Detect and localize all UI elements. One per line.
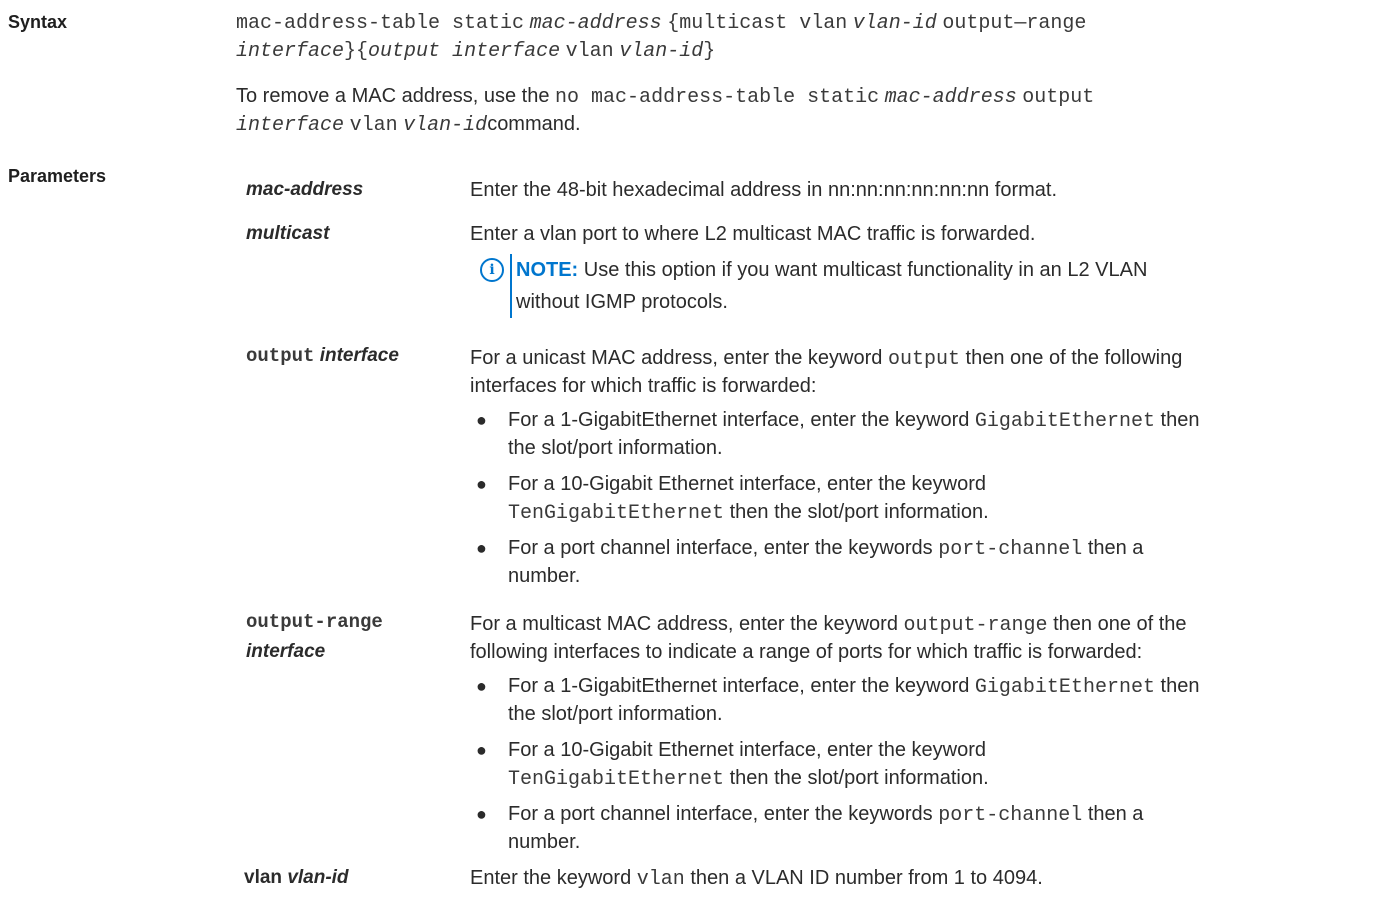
syntax-line-2: interface}{output interface vlan vlan-id… [236,36,715,66]
desc-text: then one of the [1053,613,1187,635]
bullet-text: For a port channel interface, enter the … [508,800,1143,830]
remove-vlan-id-arg: vlan-id [403,114,488,137]
bullet-icon: ● [476,676,487,696]
bullet-icon: ● [476,538,487,558]
term-vlan-id-arg: vlan-id [287,867,349,888]
bullet-desc: For a 1-GigabitEthernet interface, enter… [508,409,970,431]
syntax-brace: }{ [344,40,369,63]
syntax-heading: Syntax [8,12,68,32]
bullet-icon: ● [476,740,487,760]
desc-keyword: output [887,348,960,371]
bullet-text-cont: number. [508,565,581,587]
bullet-text: For a 1-GigabitEthernet interface, enter… [508,406,1199,436]
term-output-range-keyword: output-range [246,611,383,633]
syntax-interface-arg: interface [236,40,345,63]
bullet-text: For a 10-Gigabit Ethernet interface, ent… [508,739,987,761]
term-interface-arg: interface [319,345,399,366]
bullet-desc: then the slot/port information. [729,501,989,523]
term-output-keyword: output [246,345,315,367]
desc-text: Enter the keyword [470,867,632,889]
bullet-text-cont: number. [508,831,581,853]
bullet-text: For a 1-GigabitEthernet interface, enter… [508,672,1199,702]
bullet-desc: then a [1087,803,1144,825]
note-line-1: NOTE: Use this option if you want multic… [516,256,1147,284]
bullet-keyword: TenGigabitEthernet [508,502,725,525]
bullet-icon: ● [476,474,487,494]
syntax-command: mac-address-table static [236,12,525,35]
bullet-desc: For a port channel interface, enter the … [508,537,933,559]
note-text-1: Use this option if you want multicast fu… [583,259,1148,281]
param-multicast-term: multicast [246,223,330,244]
bullet-keyword: TenGigabitEthernet [508,768,725,791]
param-output-range-term: output-range [246,608,383,636]
syntax-line-1: mac-address-table static mac-address {mu… [236,8,1086,38]
remove-prefix: To remove a MAC address, use the [236,85,550,107]
remove-interface-arg: interface [236,114,345,137]
bullet-keyword: port-channel [938,538,1083,561]
syntax-multicast-vlan: {multicast vlan [667,12,848,35]
syntax-close-brace: } [703,40,716,63]
bullet-desc: then the slot/port information. [729,767,989,789]
remove-command: no mac-address-table static [555,86,880,109]
param-output-range-term-arg: interface [246,641,326,662]
syntax-vlan-id-arg-2: vlan-id [619,40,704,63]
note-text-2: without IGMP protocols. [516,291,728,313]
desc-text: then a VLAN ID number from 1 to 4094. [690,867,1043,889]
param-output-range-desc-1: For a multicast MAC address, enter the k… [470,610,1187,640]
bullet-desc: For a port channel interface, enter the … [508,803,933,825]
bullet-icon: ● [476,410,487,430]
remove-output-keyword: output [1022,86,1095,109]
note-label: NOTE: [516,259,579,281]
syntax-mac-address-arg: mac-address [529,12,662,35]
syntax-output-range: output—range [942,12,1087,35]
bullet-desc: then [1160,409,1200,431]
bullet-text-cont: TenGigabitEthernet then the slot/port in… [508,764,989,794]
note-line-2: without IGMP protocols. [516,288,728,316]
param-output-range-desc-2: following interfaces to indicate a range… [470,641,1143,663]
remove-mac-address-arg: mac-address [884,86,1017,109]
param-output-desc-2: interfaces for which traffic is forwarde… [470,375,817,397]
info-icon: i [480,258,504,282]
bullet-keyword: GigabitEthernet [974,410,1155,433]
remove-suffix: command. [487,113,581,135]
desc-keyword: vlan [636,868,685,891]
bullet-desc: then a [1087,537,1144,559]
bullet-text: For a 10-Gigabit Ethernet interface, ent… [508,473,987,495]
syntax-output-interface-arg: output interface [368,40,561,63]
param-multicast-desc: Enter a vlan port to where L2 multicast … [470,223,1036,245]
remove-line-2: interface vlan vlan-idcommand. [236,110,581,140]
param-mac-address-desc: Enter the 48-bit hexadecimal address in … [470,179,1058,201]
param-output-desc-1: For a unicast MAC address, enter the key… [470,344,1182,374]
param-mac-address-term: mac-address [246,179,364,200]
param-output-interface-term: output interface [246,342,399,370]
syntax-vlan-id-arg: vlan-id [852,12,937,35]
parameters-heading: Parameters [8,166,107,186]
bullet-text-cont: the slot/port information. [508,703,723,725]
param-vlan-term: vlan vlan-id [244,864,349,892]
bullet-keyword: port-channel [938,804,1083,827]
desc-text: For a multicast MAC address, enter the k… [470,613,898,635]
desc-text: For a unicast MAC address, enter the key… [470,347,883,369]
param-vlan-desc: Enter the keyword vlan then a VLAN ID nu… [470,864,1043,894]
bullet-keyword: GigabitEthernet [974,676,1155,699]
bullet-text-cont: the slot/port information. [508,437,723,459]
bullet-desc: For a 1-GigabitEthernet interface, enter… [508,675,970,697]
remove-vlan-keyword: vlan [349,114,398,137]
syntax-vlan-keyword: vlan [565,40,614,63]
remove-line-1: To remove a MAC address, use the no mac-… [236,82,1094,112]
desc-keyword: output-range [903,614,1048,637]
bullet-desc: then [1160,675,1200,697]
note-divider [510,254,512,318]
desc-text: then one of the following [965,347,1183,369]
bullet-icon: ● [476,804,487,824]
bullet-text: For a port channel interface, enter the … [508,534,1143,564]
bullet-text-cont: TenGigabitEthernet then the slot/port in… [508,498,989,528]
term-vlan-keyword: vlan [244,867,283,888]
